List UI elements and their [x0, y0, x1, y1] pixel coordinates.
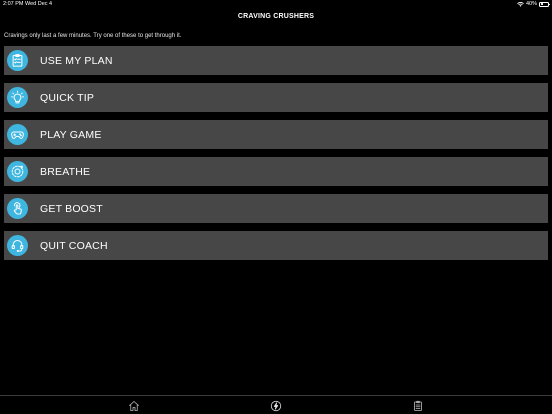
play-game-label: PLAY GAME [40, 128, 102, 141]
tab-plan[interactable] [411, 399, 425, 413]
breathe-label: BREATHE [40, 165, 91, 178]
page-title: CRAVING CRUSHERS [237, 13, 315, 20]
lightbulb-icon [7, 87, 28, 108]
use-my-plan-label: USE MY PLAN [40, 54, 113, 67]
use-my-plan-button[interactable]: USE MY PLAN [4, 46, 548, 75]
gamepad-icon [7, 124, 28, 145]
status-bar: 2:07 PM Wed Dec 4 40% [0, 0, 552, 9]
quick-tip-button[interactable]: QUICK TIP [4, 83, 548, 112]
status-date: Wed Dec 4 [25, 1, 53, 7]
clipboard-icon [414, 400, 422, 411]
status-right: 40% [517, 1, 550, 7]
tab-home[interactable] [127, 399, 141, 413]
clipboard-checklist-icon [7, 50, 28, 71]
breathe-button[interactable]: BREATHE [4, 157, 548, 186]
breathe-circle-icon [7, 161, 28, 182]
battery-icon [539, 1, 550, 7]
craving-crushers-menu: USE MY PLAN QUICK TIP PLAY GAME BREATHE … [4, 46, 548, 268]
home-icon [129, 401, 139, 411]
get-boost-label: GET BOOST [40, 202, 103, 215]
tap-hand-icon [7, 198, 28, 219]
quit-coach-label: QUIT COACH [40, 239, 108, 252]
get-boost-button[interactable]: GET BOOST [4, 194, 548, 223]
lightning-icon [270, 400, 282, 412]
status-time: 2:07 PM [3, 1, 24, 7]
subtitle-text: Cravings only last a few minutes. Try on… [4, 33, 182, 39]
quick-tip-label: QUICK TIP [40, 91, 95, 104]
battery-level [540, 3, 544, 5]
tab-craving-crushers[interactable] [269, 399, 283, 413]
quit-coach-button[interactable]: QUIT COACH [4, 231, 548, 260]
headset-icon [7, 235, 28, 256]
battery-percent: 40% [525, 1, 537, 7]
wifi-icon [517, 1, 524, 7]
play-game-button[interactable]: PLAY GAME [4, 120, 548, 149]
tab-bar [0, 395, 552, 414]
